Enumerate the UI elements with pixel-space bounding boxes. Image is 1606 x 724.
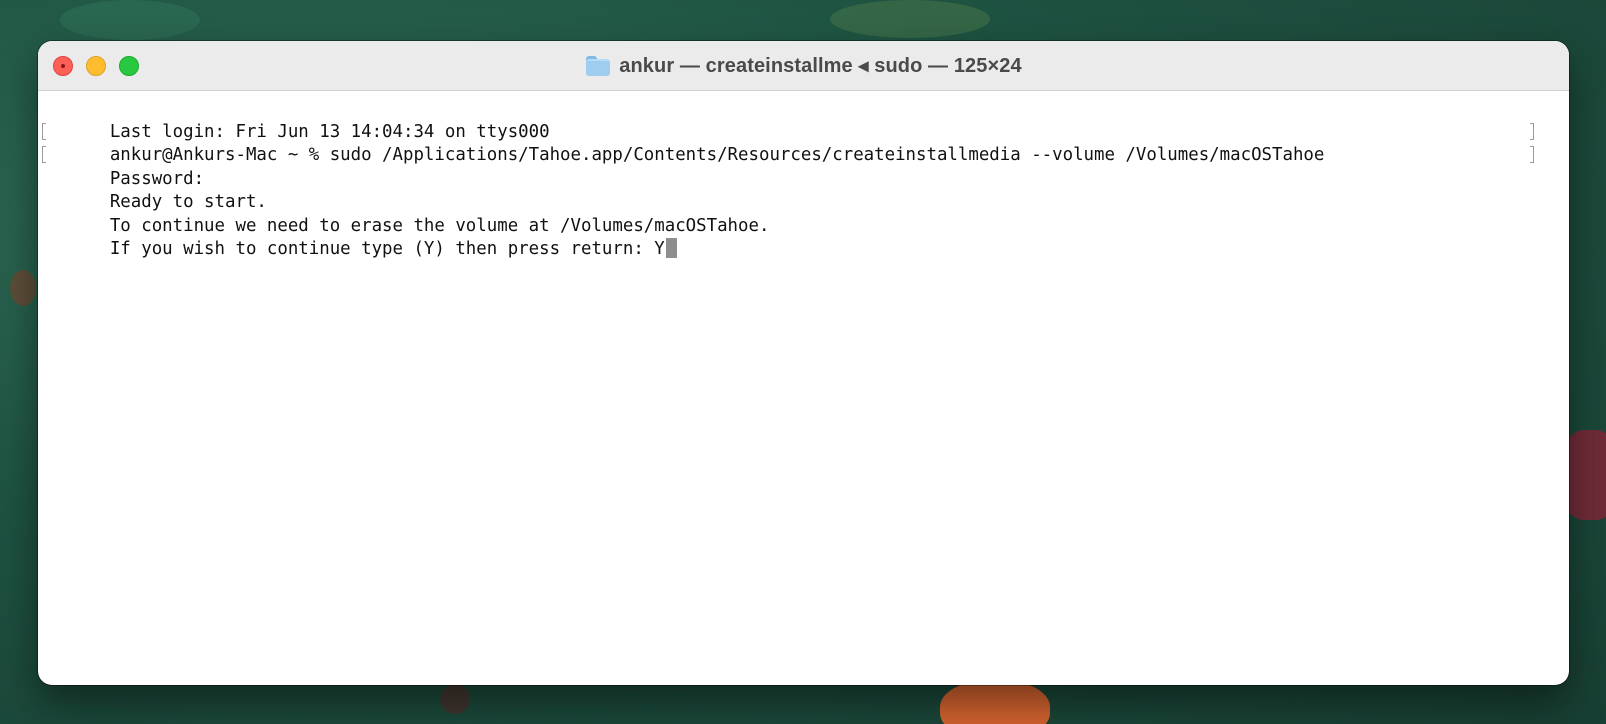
folder-icon: [585, 55, 611, 77]
wallpaper-spot: [830, 0, 990, 38]
wallpaper-spot: [60, 0, 200, 40]
terminal-line-password: Password:: [42, 144, 1569, 189]
terminal-line-erase-warning: To continue we need to erase the volume …: [47, 191, 1569, 236]
prompt-mark-left: [42, 122, 46, 140]
terminal-window[interactable]: ankur — createinstallme ◂ sudo — 125×24 …: [38, 41, 1569, 685]
terminal-line-command: ankur@Ankurs-Mac ~ % sudo /Applications/…: [42, 121, 1569, 165]
prompt-mark-right: [1530, 122, 1534, 140]
terminal-line-last-login: Last login: Fri Jun 13 14:04:34 on ttys0…: [47, 97, 1569, 142]
wallpaper-spot: [940, 680, 1050, 724]
terminal-output[interactable]: Last login: Fri Jun 13 14:04:34 on ttys0…: [38, 91, 1569, 259]
title-bar[interactable]: ankur — createinstallme ◂ sudo — 125×24: [38, 41, 1569, 91]
prompt-mark-left: [42, 146, 46, 163]
prompt-mark-right: [1530, 146, 1534, 163]
terminal-line-ready: Ready to start.: [47, 168, 1569, 212]
wallpaper-spot: [10, 270, 36, 306]
window-title: ankur — createinstallme ◂ sudo — 125×24: [619, 55, 1022, 77]
wallpaper-spot: [440, 684, 470, 714]
terminal-line-text: If you wish to continue type (Y) then pr…: [109, 239, 665, 259]
window-title-group: ankur — createinstallme ◂ sudo — 125×24: [38, 41, 1569, 90]
terminal-line-confirm: If you wish to continue type (Y) then pr…: [47, 215, 1569, 259]
text-cursor: [665, 238, 677, 258]
